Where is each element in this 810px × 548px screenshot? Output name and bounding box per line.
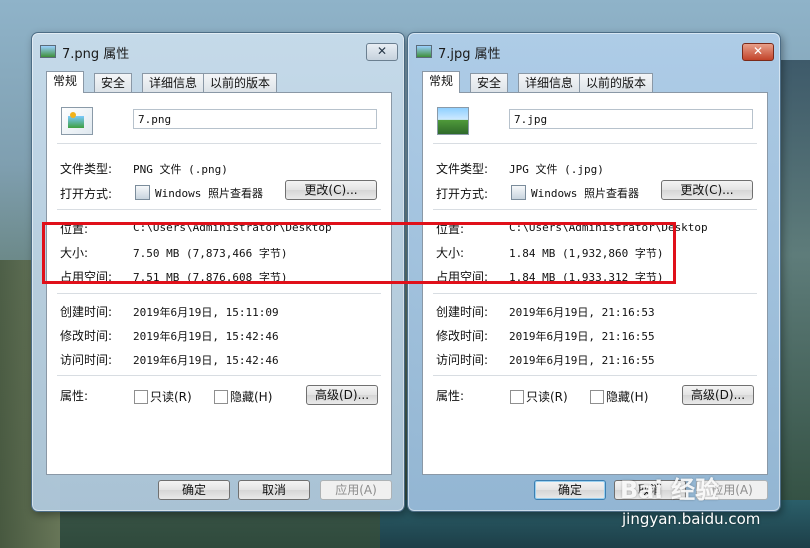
- open-with-label: 打开方式:: [60, 187, 113, 201]
- general-panel: 7.jpg 文件类型: JPG 文件 (.jpg) 打开方式: Windows …: [422, 92, 768, 475]
- accessed-label: 访问时间:: [60, 353, 113, 367]
- title-bar[interactable]: 7.png 属性 ✕: [38, 39, 398, 63]
- size-on-disk-value: 1.84 MB (1,933,312 字节): [509, 271, 664, 284]
- readonly-checkbox[interactable]: [134, 390, 148, 404]
- divider: [57, 293, 381, 294]
- size-label: 大小:: [436, 246, 465, 260]
- attributes-label: 属性:: [60, 389, 89, 403]
- size-on-disk-value: 7.51 MB (7,876,608 字节): [133, 271, 288, 284]
- divider: [433, 375, 757, 376]
- image-file-icon: [40, 45, 56, 58]
- title-bar[interactable]: 7.jpg 属性 ✕: [414, 39, 774, 63]
- window-title: 7.png 属性: [62, 47, 130, 62]
- location-value: C:\Users\Administrator\Desktop: [509, 221, 708, 234]
- close-button[interactable]: ✕: [742, 43, 774, 61]
- tab-details[interactable]: 详细信息: [518, 73, 581, 92]
- created-value: 2019年6月19日, 21:16:53: [509, 306, 655, 319]
- tab-details[interactable]: 详细信息: [142, 73, 205, 92]
- filename-field[interactable]: 7.png: [133, 109, 377, 129]
- size-value: 1.84 MB (1,932,860 字节): [509, 247, 664, 260]
- change-button[interactable]: 更改(C)...: [661, 180, 753, 200]
- readonly-label[interactable]: 只读(R): [150, 388, 192, 405]
- properties-dialog-jpg: 7.jpg 属性 ✕ 常规 安全 详细信息 以前的版本 7.jpg 文件类型: …: [407, 32, 781, 512]
- hidden-label[interactable]: 隐藏(H): [606, 388, 648, 405]
- tab-previous-versions[interactable]: 以前的版本: [203, 73, 278, 92]
- readonly-label[interactable]: 只读(R): [526, 388, 568, 405]
- change-button[interactable]: 更改(C)...: [285, 180, 377, 200]
- divider: [57, 143, 381, 144]
- location-label: 位置:: [60, 222, 89, 236]
- image-file-icon: [416, 45, 432, 58]
- created-label: 创建时间:: [436, 305, 489, 319]
- location-value: C:\Users\Administrator\Desktop: [133, 221, 332, 234]
- size-value: 7.50 MB (7,873,466 字节): [133, 247, 288, 260]
- divider: [57, 209, 381, 210]
- accessed-label: 访问时间:: [436, 353, 489, 367]
- divider: [433, 209, 757, 210]
- photo-viewer-icon: [135, 185, 150, 200]
- modified-value: 2019年6月19日, 21:16:55: [509, 330, 655, 343]
- modified-label: 修改时间:: [436, 329, 489, 343]
- location-label: 位置:: [436, 222, 465, 236]
- hidden-checkbox[interactable]: [214, 390, 228, 404]
- tab-security[interactable]: 安全: [470, 73, 509, 92]
- divider: [57, 375, 381, 376]
- hidden-label[interactable]: 隐藏(H): [230, 388, 272, 405]
- created-label: 创建时间:: [60, 305, 113, 319]
- created-value: 2019年6月19日, 15:11:09: [133, 306, 279, 319]
- tab-security[interactable]: 安全: [94, 73, 133, 92]
- general-panel: 7.png 文件类型: PNG 文件 (.png) 打开方式: Windows …: [46, 92, 392, 475]
- photo-viewer-icon: [511, 185, 526, 200]
- modified-label: 修改时间:: [60, 329, 113, 343]
- close-button[interactable]: ✕: [366, 43, 398, 61]
- tab-general[interactable]: 常规: [422, 71, 461, 93]
- file-thumbnail-icon: [437, 107, 469, 135]
- open-with-value: Windows 照片查看器: [531, 187, 639, 200]
- properties-dialog-png: 7.png 属性 ✕ 常规 安全 详细信息 以前的版本 7.png 文件类型: …: [31, 32, 405, 512]
- ok-button[interactable]: 确定: [534, 480, 606, 500]
- hidden-checkbox[interactable]: [590, 390, 604, 404]
- open-with-value: Windows 照片查看器: [155, 187, 263, 200]
- window-title: 7.jpg 属性: [438, 47, 501, 62]
- file-type-label: 文件类型:: [60, 162, 113, 176]
- filename-field[interactable]: 7.jpg: [509, 109, 753, 129]
- attributes-label: 属性:: [436, 389, 465, 403]
- ok-button[interactable]: 确定: [158, 480, 230, 500]
- readonly-checkbox[interactable]: [510, 390, 524, 404]
- size-on-disk-label: 占用空间:: [436, 270, 489, 284]
- file-type-label: 文件类型:: [436, 162, 489, 176]
- accessed-value: 2019年6月19日, 15:42:46: [133, 354, 279, 367]
- advanced-button[interactable]: 高级(D)...: [306, 385, 378, 405]
- cancel-button[interactable]: 取消: [238, 480, 310, 500]
- advanced-button[interactable]: 高级(D)...: [682, 385, 754, 405]
- modified-value: 2019年6月19日, 15:42:46: [133, 330, 279, 343]
- file-thumbnail-icon: [61, 107, 93, 135]
- tab-previous-versions[interactable]: 以前的版本: [579, 73, 654, 92]
- tab-general[interactable]: 常规: [46, 71, 85, 93]
- divider: [433, 143, 757, 144]
- open-with-label: 打开方式:: [436, 187, 489, 201]
- baidu-jingyan-watermark: Bai 经验: [620, 476, 720, 504]
- watermark-url: jingyan.baidu.com: [622, 510, 761, 528]
- size-label: 大小:: [60, 246, 89, 260]
- file-type-value: JPG 文件 (.jpg): [509, 163, 604, 176]
- size-on-disk-label: 占用空间:: [60, 270, 113, 284]
- accessed-value: 2019年6月19日, 21:16:55: [509, 354, 655, 367]
- apply-button[interactable]: 应用(A): [320, 480, 392, 500]
- file-type-value: PNG 文件 (.png): [133, 163, 228, 176]
- divider: [433, 293, 757, 294]
